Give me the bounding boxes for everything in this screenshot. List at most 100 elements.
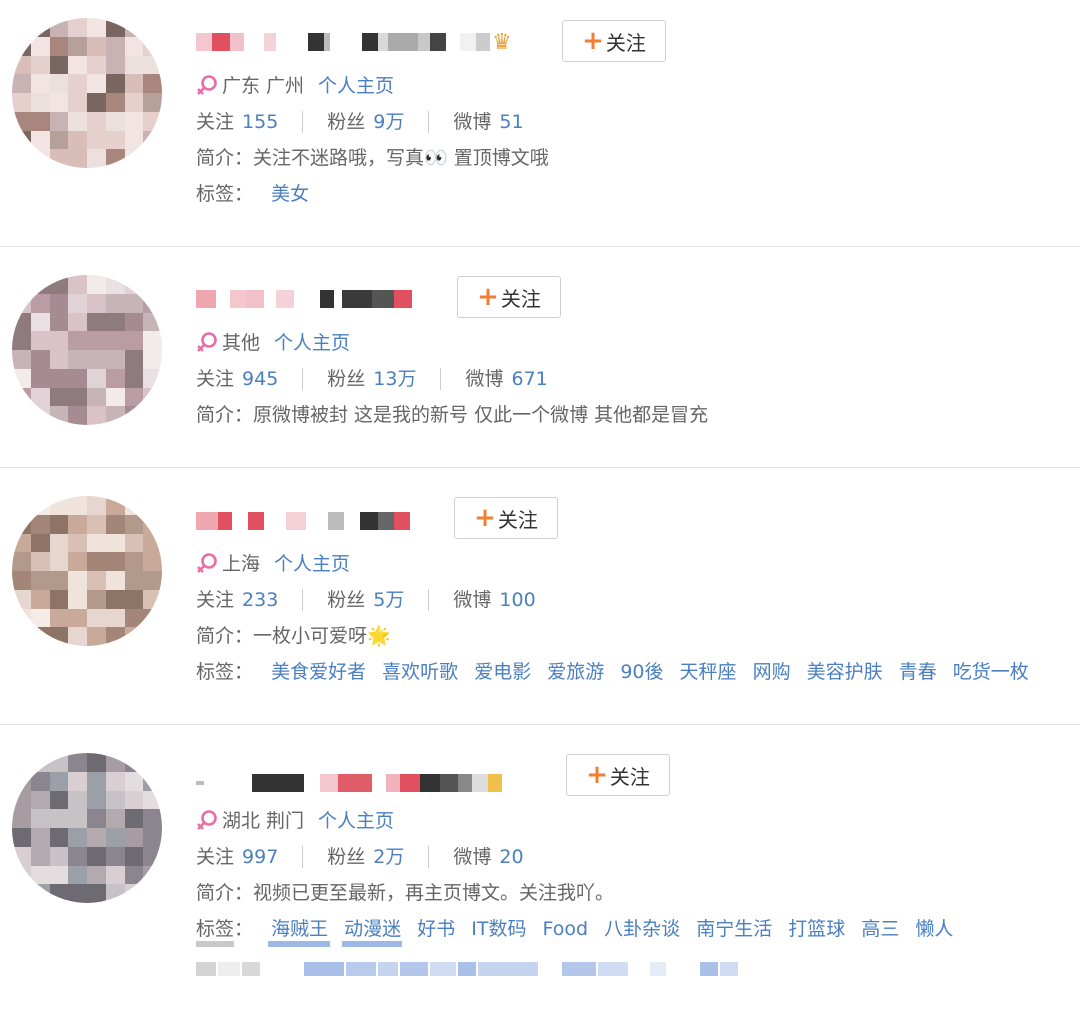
username-masked[interactable]: [196, 501, 410, 541]
follow-button[interactable]: + 关注: [454, 497, 558, 539]
username-masked[interactable]: [196, 763, 502, 803]
avatar-pixel: [105, 36, 125, 56]
homepage-link[interactable]: 个人主页: [318, 74, 394, 98]
avatar-pixel: [12, 514, 31, 534]
fans-count[interactable]: 9万: [373, 110, 404, 134]
tag-link[interactable]: 喜欢听歌: [382, 661, 458, 683]
follow-button[interactable]: + 关注: [457, 276, 561, 318]
user-card: + 关注 其他 个人主页 关注 945 粉丝 13万 微博 671 简介：原微博…: [0, 247, 1080, 468]
avatar-pixel: [68, 74, 87, 93]
follow-label: 关注: [497, 507, 538, 532]
tag-link[interactable]: 南宁生活: [696, 918, 772, 940]
divider: [440, 368, 442, 390]
posts-count[interactable]: 671: [512, 367, 548, 391]
homepage-link[interactable]: 个人主页: [274, 331, 350, 355]
avatar-pixel: [143, 809, 162, 828]
avatar-pixel: [105, 55, 125, 75]
avatar[interactable]: [12, 753, 162, 903]
avatar[interactable]: [12, 496, 162, 646]
tag-link[interactable]: 八卦杂谈: [604, 918, 680, 940]
tag-link[interactable]: 美容护肤: [807, 661, 883, 683]
avatar-pixel: [12, 312, 31, 332]
username-masked[interactable]: [196, 279, 412, 319]
avatar-pixel: [68, 111, 87, 131]
tag-link[interactable]: 爱旅游: [547, 661, 604, 683]
avatar-pixel: [68, 93, 87, 112]
avatar-pixel: [68, 828, 87, 847]
tag-link[interactable]: 美女: [271, 183, 309, 205]
following-count[interactable]: 155: [242, 110, 278, 134]
tag-link[interactable]: 懒人: [915, 918, 953, 940]
avatar-pixel: [105, 846, 125, 866]
avatar[interactable]: [12, 275, 162, 425]
avatar-pixel: [30, 111, 50, 131]
divider: [302, 846, 304, 868]
avatar-pixel: [68, 533, 87, 553]
tag-link[interactable]: 美食爱好者: [271, 661, 366, 683]
tag-link[interactable]: 天秤座: [680, 661, 737, 683]
tag-link[interactable]: 网购: [753, 661, 791, 683]
avatar-pixel: [68, 865, 87, 885]
fans-count[interactable]: 5万: [373, 588, 404, 612]
avatar-pixel: [87, 846, 106, 866]
location-row: 上海 个人主页: [196, 552, 350, 576]
follow-label: 关注: [500, 286, 541, 311]
avatar-pixel: [124, 846, 144, 866]
posts-count[interactable]: 51: [499, 110, 523, 134]
tags-label: 标签：: [196, 661, 254, 683]
posts-count[interactable]: 100: [499, 588, 535, 612]
username-masked[interactable]: ♛: [196, 22, 512, 62]
avatar-pixel: [105, 627, 125, 646]
avatar-pixel: [87, 293, 106, 313]
tag-link[interactable]: 青春: [899, 661, 937, 683]
avatar-pixel: [124, 571, 144, 590]
bio: 简介：一枚小可爱呀🌟: [196, 625, 391, 647]
avatar-pixel: [49, 753, 69, 772]
avatar-pixel: [124, 865, 144, 885]
avatar-pixel: [124, 368, 144, 388]
following-count[interactable]: 997: [242, 845, 278, 869]
follow-button[interactable]: + 关注: [562, 20, 666, 62]
tag-link[interactable]: 海贼王: [271, 918, 328, 940]
homepage-link[interactable]: 个人主页: [318, 809, 394, 833]
homepage-link[interactable]: 个人主页: [274, 552, 350, 576]
tag-link[interactable]: IT数码: [471, 918, 526, 940]
avatar-pixel: [49, 387, 69, 407]
avatar-pixel: [124, 589, 144, 609]
avatar[interactable]: [12, 18, 162, 168]
posts-count[interactable]: 20: [499, 845, 523, 869]
tag-link[interactable]: 高三: [861, 918, 899, 940]
avatar-pixel: [68, 368, 87, 388]
avatar-pixel: [143, 846, 162, 866]
follow-button[interactable]: + 关注: [566, 754, 670, 796]
avatar-pixel: [87, 368, 106, 388]
avatar-pixel: [12, 496, 31, 515]
tags-label: 标签：: [196, 918, 254, 940]
avatar-pixel: [87, 552, 106, 571]
avatar-pixel: [124, 608, 144, 628]
avatar-pixel: [87, 387, 106, 407]
avatar-pixel: [124, 36, 144, 56]
tag-link[interactable]: 吃货一枚: [953, 661, 1029, 683]
avatar-pixel: [105, 571, 125, 590]
following-count[interactable]: 233: [242, 588, 278, 612]
fans-count[interactable]: 13万: [373, 367, 416, 391]
avatar-pixel: [124, 111, 144, 131]
avatar-pixel: [87, 809, 106, 828]
tag-link[interactable]: 好书: [417, 918, 455, 940]
following-count[interactable]: 945: [242, 367, 278, 391]
tag-link[interactable]: 90後: [620, 661, 663, 683]
avatar-pixel: [49, 18, 69, 37]
tag-link[interactable]: 打篮球: [788, 918, 845, 940]
avatar-pixel: [12, 828, 31, 847]
avatar-pixel: [143, 331, 162, 350]
avatar-pixel: [124, 790, 144, 810]
avatar-pixel: [12, 571, 31, 590]
stats-row: 关注 155 粉丝 9万 微博 51: [196, 110, 524, 134]
tag-link[interactable]: 动漫迷: [344, 918, 401, 940]
fans-count[interactable]: 2万: [373, 845, 404, 869]
tag-link[interactable]: 爱电影: [474, 661, 531, 683]
avatar-pixel: [87, 111, 106, 131]
tag-link[interactable]: Food: [543, 918, 589, 940]
avatar-pixel: [12, 884, 31, 903]
